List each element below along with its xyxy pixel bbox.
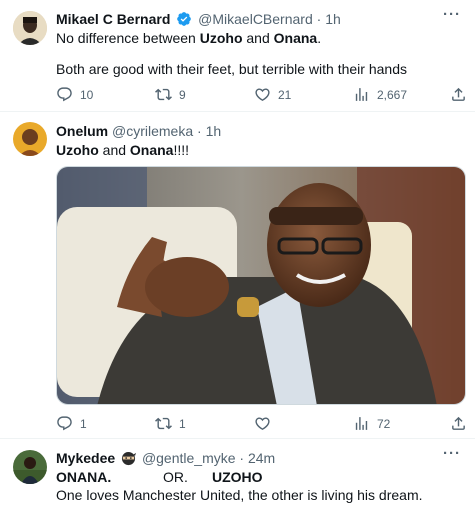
text-bold: Uzoho [199,30,243,46]
views-button[interactable]: 2,667 [353,86,407,103]
text-bold: Uzoho [56,142,99,158]
tweet-3[interactable]: Mykedee @gentle_myke · 24m ··· ONANA. OR… [0,439,475,512]
action-bar: 10 9 21 2,667 [50,86,470,106]
more-icon[interactable]: ··· [443,6,461,23]
share-button[interactable] [450,86,474,103]
photo-image [57,167,465,404]
reply-count: 10 [80,87,94,102]
like-count: 21 [278,87,292,102]
text-segment: . [317,30,322,46]
reply-icon [57,87,72,102]
tweet-text-line-1: Uzoho and Onana!!!! [56,141,189,159]
tweet-2-actions: 1 1 72 [0,411,475,433]
text-segment: OR. [163,469,188,485]
handle[interactable]: @cyrilemeka [112,123,193,139]
like-icon [255,88,270,101]
timestamp[interactable]: 24m [248,450,275,466]
avatar-image [13,450,47,484]
more-icon[interactable]: ··· [443,445,461,462]
tweet-photo[interactable] [56,166,466,405]
separator-dot: · [239,450,245,466]
avatar-image [13,122,47,156]
reply-button[interactable]: 1 [56,415,87,432]
display-name[interactable]: Onelum [56,123,108,139]
views-button[interactable]: 72 [353,415,390,432]
retweet-button[interactable]: 1 [155,415,186,432]
retweet-button[interactable]: 9 [155,86,186,103]
views-icon [355,417,368,430]
verified-badge-icon [176,11,192,31]
avatar[interactable] [13,450,47,484]
share-button[interactable] [450,415,474,432]
tweet-1[interactable]: Mikael C Bernard @MikaelCBernard · 1h ··… [0,0,475,110]
like-icon [255,417,270,430]
views-icon [355,88,368,101]
handle[interactable]: @gentle_myke [142,450,236,466]
avatar[interactable] [13,122,47,156]
reply-count: 1 [80,416,87,431]
text-segment: !!!! [173,142,190,158]
text-segment: and [242,30,274,46]
tweet-header: Onelum @cyrilemeka · 1h [56,122,221,140]
tweet-header: Mikael C Bernard @MikaelCBernard · 1h [56,10,341,31]
text-segment: and [98,142,130,158]
text-bold: UZOHO [212,469,263,485]
tweet-text-line-1: No difference between Uzoho and Onana. [56,29,321,47]
display-name[interactable]: Mykedee [56,450,115,466]
tweet-text-line-2: Both are good with their feet, but terri… [56,61,407,77]
reply-icon [57,416,72,431]
like-button[interactable]: 21 [254,86,291,103]
text-bold: ONANA. [56,469,112,485]
ninja-emoji-icon [121,451,137,470]
reply-button[interactable]: 10 [56,86,93,103]
views-count: 2,667 [377,87,408,102]
retweet-icon [155,88,172,101]
separator-dot: · [316,11,322,27]
retweet-icon [155,417,172,430]
tweet-header: Mykedee @gentle_myke · 24m [56,449,275,470]
text-segment: No difference between [56,30,200,46]
views-count: 72 [377,416,391,431]
text-bold: Onana [273,30,318,46]
share-icon [452,87,465,101]
avatar[interactable] [13,11,47,45]
display-name[interactable]: Mikael C Bernard [56,11,170,27]
timestamp[interactable]: 1h [206,123,222,139]
avatar-image [13,11,47,45]
separator-dot: · [197,123,202,139]
retweet-count: 1 [179,416,186,431]
handle[interactable]: @MikaelCBernard [198,11,313,27]
share-icon [452,416,465,430]
tweet-text-line-2: One loves Manchester United, the other i… [56,487,423,503]
retweet-count: 9 [179,87,186,102]
text-bold: Onana [129,142,174,158]
like-button[interactable] [254,415,278,432]
action-bar: 1 1 72 [50,415,470,435]
timestamp[interactable]: 1h [325,11,341,27]
